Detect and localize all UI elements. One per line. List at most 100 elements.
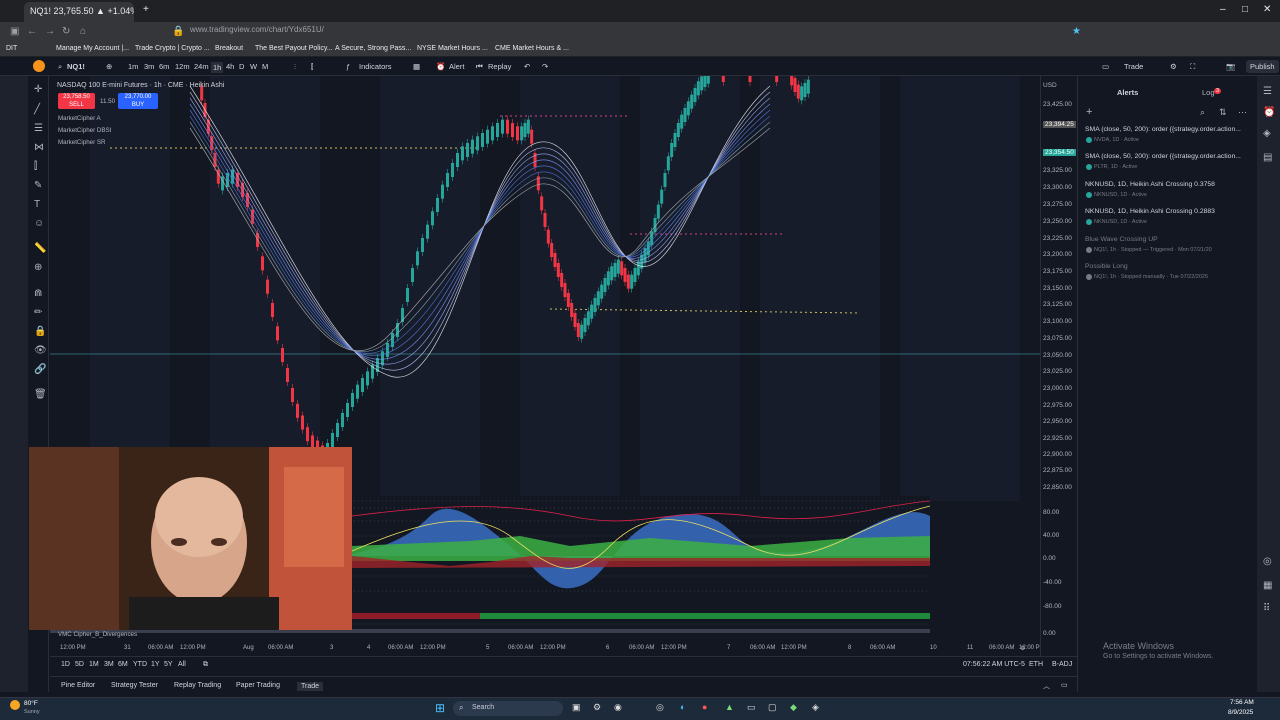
taskbar-date[interactable]: 8/9/2025	[1228, 709, 1253, 716]
replay-button[interactable]: Replay	[488, 62, 511, 71]
indicators-button[interactable]: Indicators	[359, 62, 392, 71]
edge-app-icon[interactable]: ◐	[680, 702, 685, 712]
indicator-cipher-b[interactable]: VMC Cipher_B_Divergences	[58, 631, 137, 638]
browser-app-icon[interactable]: ◉	[614, 702, 622, 713]
time-axis-settings-icon[interactable]: ⚙	[1020, 645, 1025, 652]
fullscreen-icon[interactable]: ⛶	[1190, 62, 1195, 72]
alert-title[interactable]: SMA (close, 50, 200): order {{strategy.o…	[1085, 153, 1241, 160]
pattern-icon[interactable]: ⋈	[34, 142, 44, 153]
price-scale[interactable]	[1040, 76, 1076, 656]
lock-drawings-icon[interactable]: 🔒	[34, 326, 46, 337]
add-symbol-icon[interactable]: ⊕	[106, 62, 112, 71]
text-icon[interactable]: T	[34, 199, 40, 210]
taskbar-time[interactable]: 7:56 AM	[1230, 699, 1254, 706]
maximize-panel-icon[interactable]: ▭	[1061, 681, 1068, 689]
maximize-icon[interactable]: □	[1242, 4, 1248, 15]
indicator-marketcipher-sr[interactable]: MarketCipher SR	[58, 139, 105, 146]
sidebar-toggle-icon[interactable]: ▣	[10, 26, 19, 37]
bookmark-3[interactable]: The Best Payout Policy...	[255, 45, 333, 52]
hide-drawings-icon[interactable]: 👁	[34, 345, 47, 356]
taskbar-search[interactable]: ⌕ Search	[453, 701, 563, 716]
link-icon[interactable]: 🔗	[34, 364, 46, 375]
range-button[interactable]: All	[178, 661, 186, 668]
bookmark-1[interactable]: Trade Crypto | Crypto ...	[135, 45, 210, 52]
home-icon[interactable]: ⌂	[80, 26, 86, 37]
minimize-icon[interactable]: –	[1220, 4, 1226, 15]
bookmark-dit[interactable]: DIT	[6, 45, 17, 52]
interval-m[interactable]: M	[262, 62, 268, 71]
more-icon[interactable]: ⋯	[1238, 107, 1247, 118]
indicator-marketcipher-dbsi[interactable]: MarketCipher DBSI	[58, 127, 111, 134]
search-alerts-icon[interactable]: ⌕	[1200, 107, 1205, 118]
publish-button[interactable]: Publish	[1246, 60, 1279, 73]
stay-drawing-icon[interactable]: ✏	[34, 307, 42, 318]
trash-icon[interactable]: 🗑	[34, 389, 47, 400]
symbol-button[interactable]: NQ1!	[67, 62, 85, 71]
currency-label[interactable]: USD	[1043, 82, 1057, 89]
undo-icon[interactable]: ↶	[524, 62, 530, 71]
range-button[interactable]: YTD	[133, 661, 147, 668]
firefox-app-icon[interactable]: ●	[702, 702, 707, 712]
tab-log[interactable]: Log	[1202, 88, 1215, 97]
close-window-icon[interactable]: ✕	[1263, 4, 1271, 15]
tab-replay-trading[interactable]: Replay Trading	[174, 682, 221, 689]
interval-6m[interactable]: 6m	[159, 62, 169, 71]
settings-icon[interactable]: ⚙	[1170, 62, 1177, 71]
alert-title[interactable]: NKNUSD, 1D, Heikin Ashi Crossing 0.2883	[1085, 208, 1215, 215]
bookmark-0[interactable]: Manage My Account |...	[56, 45, 129, 52]
tab-trade[interactable]: Trade	[297, 682, 324, 691]
replay-icon[interactable]: ⏮	[476, 62, 483, 72]
magnet-icon[interactable]: ⋒	[34, 288, 42, 299]
alert-title[interactable]: Possible Long	[1085, 263, 1128, 270]
symbol-search-icon[interactable]: ⌕	[58, 62, 62, 72]
monitor-app-icon[interactable]: ▢	[768, 702, 777, 713]
interval-w[interactable]: W	[250, 62, 257, 71]
range-button[interactable]: 1D	[61, 661, 70, 668]
range-button[interactable]: 6M	[118, 661, 128, 668]
files-app-icon[interactable]: ▭	[747, 702, 756, 713]
fib-icon[interactable]: ☰	[34, 123, 43, 134]
prediction-icon[interactable]: ⫿	[34, 161, 37, 172]
trendline-icon[interactable]: ╱	[34, 104, 40, 115]
reload-icon[interactable]: ↻	[62, 26, 70, 37]
ruler-icon[interactable]: 📏	[34, 243, 46, 254]
collapse-panel-icon[interactable]: ︿	[1043, 681, 1050, 691]
add-alert-icon[interactable]: +	[1086, 106, 1092, 118]
interval-3m[interactable]: 3m	[144, 62, 154, 71]
range-button[interactable]: 1Y	[151, 661, 160, 668]
tab-paper-trading[interactable]: Paper Trading	[236, 682, 280, 689]
chat-icon[interactable]: ▤	[1263, 152, 1272, 163]
icons-tool-icon[interactable]: ☺	[34, 218, 44, 229]
alert-title[interactable]: Blue Wave Crossing UP	[1085, 236, 1158, 243]
target-icon[interactable]: ◎	[1263, 556, 1272, 567]
tab-pine-editor[interactable]: Pine Editor	[61, 682, 95, 689]
range-button[interactable]: 3M	[104, 661, 114, 668]
redo-icon[interactable]: ↷	[542, 62, 548, 71]
bookmark-5[interactable]: NYSE Market Hours ...	[417, 45, 488, 52]
new-tab-icon[interactable]: +	[143, 4, 149, 15]
shield-app-icon[interactable]: ◆	[790, 702, 797, 713]
tab-alerts[interactable]: Alerts	[1117, 88, 1138, 97]
heikin-ashi-icon[interactable]: ⫿	[311, 62, 313, 72]
grid-icon[interactable]: ⠿	[1263, 603, 1270, 614]
range-button[interactable]: 5D	[75, 661, 84, 668]
settings-app-icon[interactable]: ⚙	[593, 702, 601, 713]
sort-alerts-icon[interactable]: ⇅	[1219, 107, 1227, 118]
avatar[interactable]	[33, 60, 45, 72]
alert-icon[interactable]: ⏰	[436, 62, 445, 71]
tab-strategy-tester[interactable]: Strategy Tester	[111, 682, 158, 689]
watchlist-icon[interactable]: ☰	[1263, 86, 1272, 97]
task-view-icon[interactable]: ▣	[572, 702, 581, 713]
sell-button[interactable]: 23,758.50 SELL	[58, 93, 95, 109]
buy-button[interactable]: 23,770.00 BUY	[118, 93, 158, 109]
layout-icon[interactable]: ▭	[1102, 62, 1109, 71]
alert-title[interactable]: SMA (close, 50, 200): order {{strategy.o…	[1085, 126, 1241, 133]
alert-button[interactable]: Alert	[449, 62, 464, 71]
interval-1m[interactable]: 1m	[128, 62, 138, 71]
range-button[interactable]: 1M	[89, 661, 99, 668]
interval-24m[interactable]: 24m	[194, 62, 209, 71]
indicators-icon[interactable]: ƒ	[346, 62, 350, 71]
date-range-icon[interactable]: ⧉	[203, 661, 208, 669]
indicator-marketcipher-a[interactable]: MarketCipher A	[58, 115, 101, 122]
start-icon[interactable]: ⊞	[435, 701, 445, 715]
